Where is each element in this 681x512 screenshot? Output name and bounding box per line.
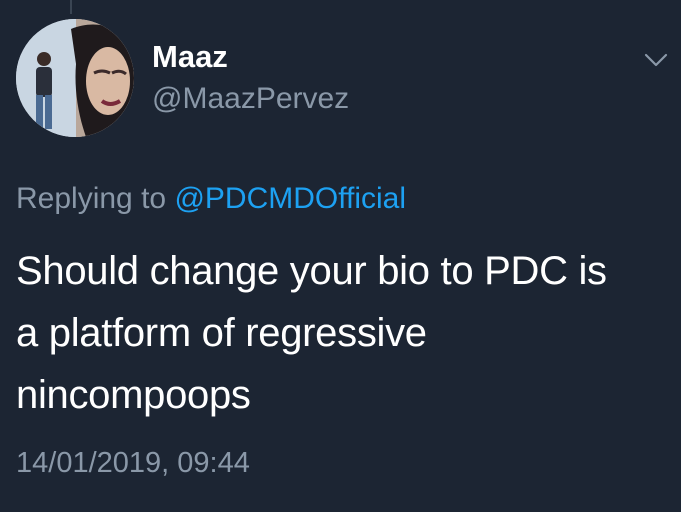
chevron-down-icon[interactable] [642, 50, 670, 70]
avatar-image [16, 19, 134, 137]
author-handle[interactable]: @MaazPervez [152, 82, 349, 116]
tweet-text: Should change your bio to PDC is a platf… [16, 240, 671, 426]
tweet-text-line: a platform of regressive [16, 311, 427, 355]
thread-connector-line [70, 0, 72, 14]
mention-link[interactable]: @PDCMDOfficial [174, 182, 406, 215]
replying-to-prefix: Replying to [16, 182, 167, 215]
tweet-text-line: Should change your bio to PDC is [16, 249, 607, 293]
author-display-name[interactable]: Maaz [152, 39, 228, 75]
tweet-timestamp[interactable]: 14/01/2019, 09:44 [16, 445, 250, 481]
tweet-text-line: nincompoops [16, 373, 251, 417]
replying-to-line: Replying to @PDCMDOfficial [16, 181, 406, 217]
avatar[interactable] [16, 19, 134, 137]
